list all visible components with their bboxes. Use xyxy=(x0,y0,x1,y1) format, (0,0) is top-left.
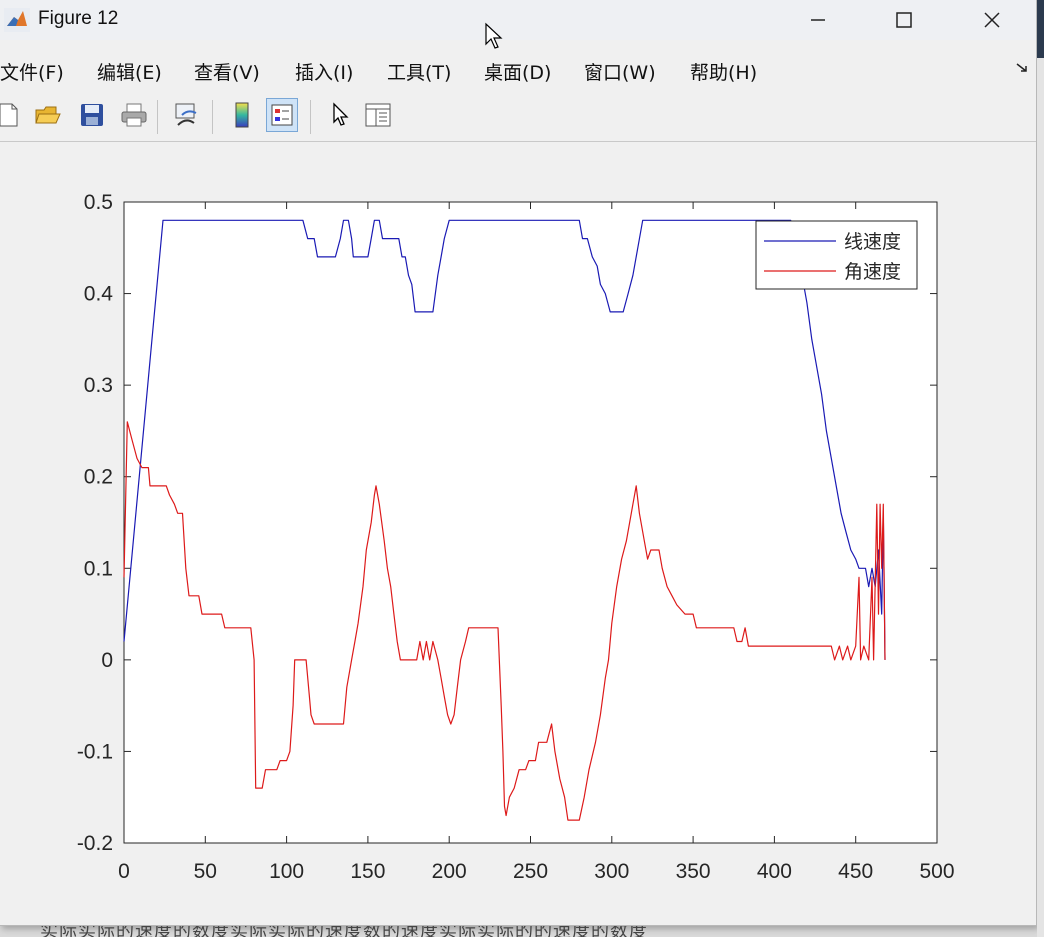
menu-file[interactable]: 文件(F) xyxy=(0,58,64,85)
toolbar-separator xyxy=(212,100,213,134)
y-tick-label: 0 xyxy=(101,649,113,672)
open-button[interactable] xyxy=(32,98,64,132)
menu-bar: 文件(F) 编辑(E) 查看(V) 插入(I) 工具(T) 桌面(D) 窗口(W… xyxy=(0,48,1036,88)
window-title: Figure 12 xyxy=(38,8,119,29)
minimize-icon xyxy=(811,19,825,21)
menu-tools[interactable]: 工具(T) xyxy=(387,58,451,85)
maximize-button[interactable] xyxy=(874,0,934,40)
save-button[interactable] xyxy=(76,98,108,132)
legend-button[interactable] xyxy=(266,98,298,132)
menu-edit[interactable]: 编辑(E) xyxy=(97,58,162,85)
y-tick-label: 0.2 xyxy=(84,466,113,489)
plot-svg[interactable]: 0 50 100 150 200 250 300 350 400 450 500 -0.2 -0.1 0 0… xyxy=(0,142,1036,925)
figure-window: Figure 12 文件(F) 编辑(E) 查看(V) 插入(I) 工具(T) … xyxy=(0,0,1037,926)
axes-box xyxy=(123,201,938,844)
y-tick-label: 0.1 xyxy=(84,557,113,580)
background-window-edge xyxy=(1037,0,1044,937)
print-button[interactable] xyxy=(118,98,150,132)
menu-desktop[interactable]: 桌面(D) xyxy=(484,58,551,85)
title-bar[interactable]: Figure 12 xyxy=(0,0,1036,40)
matlab-logo-icon xyxy=(4,8,30,32)
x-tick-label: 350 xyxy=(676,860,711,883)
x-tick-label: 450 xyxy=(838,860,873,883)
x-tick-label: 0 xyxy=(118,860,130,883)
close-button[interactable] xyxy=(962,0,1022,40)
x-tick-label: 500 xyxy=(919,860,954,883)
link-plot-icon xyxy=(175,103,197,126)
y-tick-label: 0.5 xyxy=(84,191,113,214)
menu-window[interactable]: 窗口(W) xyxy=(584,58,656,85)
maximize-icon xyxy=(896,12,912,28)
legend-label: 线速度 xyxy=(844,231,901,253)
toolbar-separator xyxy=(157,100,158,134)
open-folder-icon xyxy=(35,106,61,124)
x-tick-label: 100 xyxy=(269,860,304,883)
colorbar-button[interactable] xyxy=(226,98,258,132)
y-tick-label: -0.1 xyxy=(77,740,113,763)
x-tick-label: 300 xyxy=(594,860,629,883)
colorbar-icon xyxy=(235,102,249,128)
menu-insert[interactable]: 插入(I) xyxy=(295,58,353,85)
x-tick-label: 400 xyxy=(757,860,792,883)
menu-help[interactable]: 帮助(H) xyxy=(690,58,757,85)
y-tick-label: -0.2 xyxy=(77,832,113,855)
property-editor-button[interactable] xyxy=(362,98,394,132)
new-file-icon xyxy=(0,103,18,127)
menu-view[interactable]: 查看(V) xyxy=(194,58,260,85)
print-icon xyxy=(121,103,147,127)
y-tick-label: 0.4 xyxy=(84,283,114,306)
background-document-text: 实际实际的速度的数度实际实际的速度数的速度实际实际的的速度的数度 xyxy=(40,926,648,937)
x-tick-label: 50 xyxy=(194,860,217,883)
toolbar xyxy=(0,96,1036,140)
background-window-titlebar xyxy=(1037,0,1044,58)
toolbar-separator xyxy=(310,100,311,134)
pointer-icon xyxy=(333,102,349,126)
close-icon xyxy=(984,12,1000,28)
edit-plot-button[interactable] xyxy=(324,98,356,132)
figure-canvas: 0 50 100 150 200 250 300 350 400 450 500 -0.2 -0.1 0 0… xyxy=(0,142,1036,925)
save-icon xyxy=(81,104,103,126)
minimize-button[interactable] xyxy=(788,0,848,40)
y-tick-label: 0.3 xyxy=(84,374,113,397)
toolbar-dock-arrow-icon[interactable] xyxy=(1014,60,1030,76)
link-plot-button[interactable] xyxy=(170,98,202,132)
legend-icon xyxy=(271,104,293,126)
x-tick-label: 250 xyxy=(513,860,548,883)
property-editor-icon xyxy=(365,103,391,127)
new-file-button[interactable] xyxy=(0,98,24,132)
x-tick-label: 150 xyxy=(350,860,385,883)
legend-label: 角速度 xyxy=(844,261,901,283)
x-tick-label: 200 xyxy=(432,860,467,883)
